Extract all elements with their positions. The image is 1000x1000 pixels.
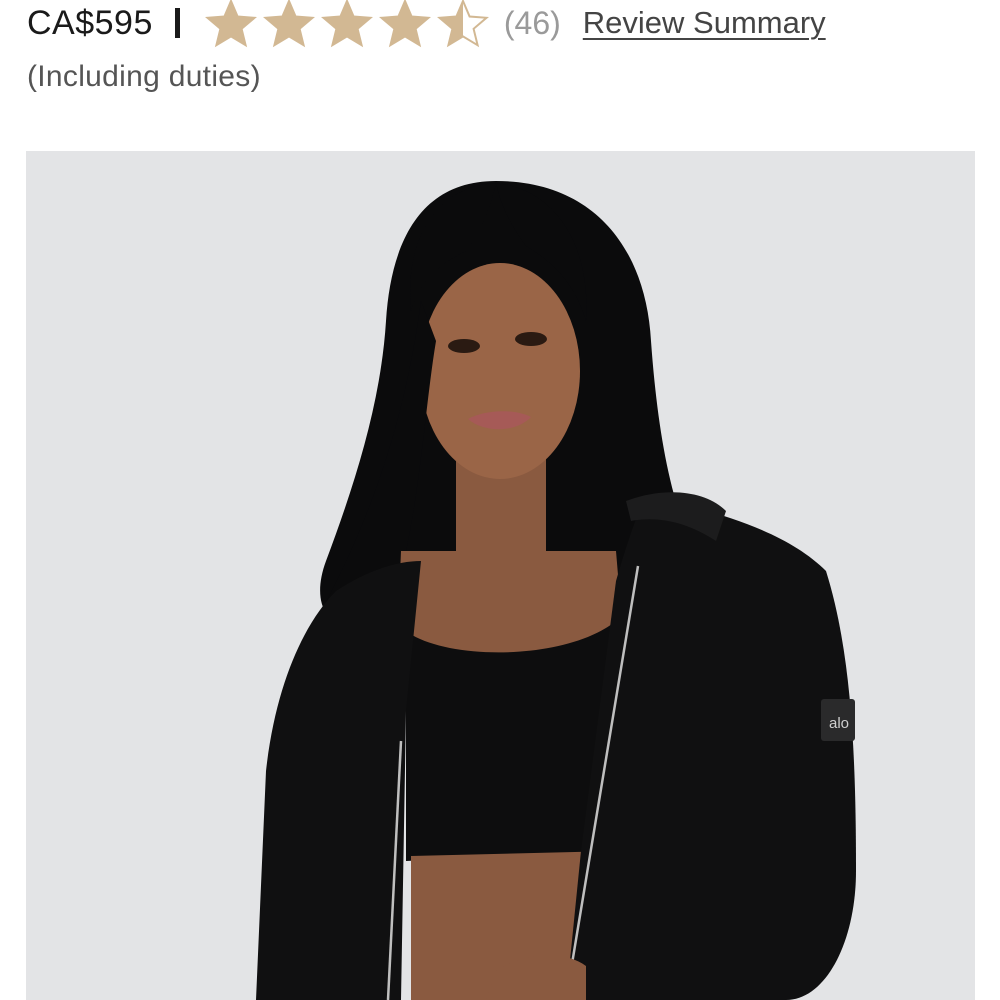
star-full-icon bbox=[204, 0, 257, 48]
price-rating-row: CA$595 (46) Review Summary bbox=[27, 0, 826, 48]
review-summary-link[interactable]: Review Summary bbox=[583, 5, 826, 41]
price-note: (Including duties) bbox=[27, 60, 261, 93]
sleeve-logo: alo bbox=[829, 715, 849, 732]
star-full-icon bbox=[262, 0, 315, 48]
product-page: CA$595 (46) Review Summary (Including du… bbox=[0, 0, 1000, 1000]
product-image[interactable]: alo bbox=[26, 151, 975, 1000]
star-full-icon bbox=[378, 0, 431, 48]
price-divider bbox=[174, 8, 180, 38]
product-price: CA$595 bbox=[27, 3, 153, 42]
star-half-icon bbox=[436, 0, 489, 48]
model-photo-illustration: alo bbox=[26, 151, 975, 1000]
review-count: (46) bbox=[503, 4, 561, 41]
star-rating[interactable] bbox=[204, 0, 490, 48]
star-full-icon bbox=[320, 0, 373, 48]
